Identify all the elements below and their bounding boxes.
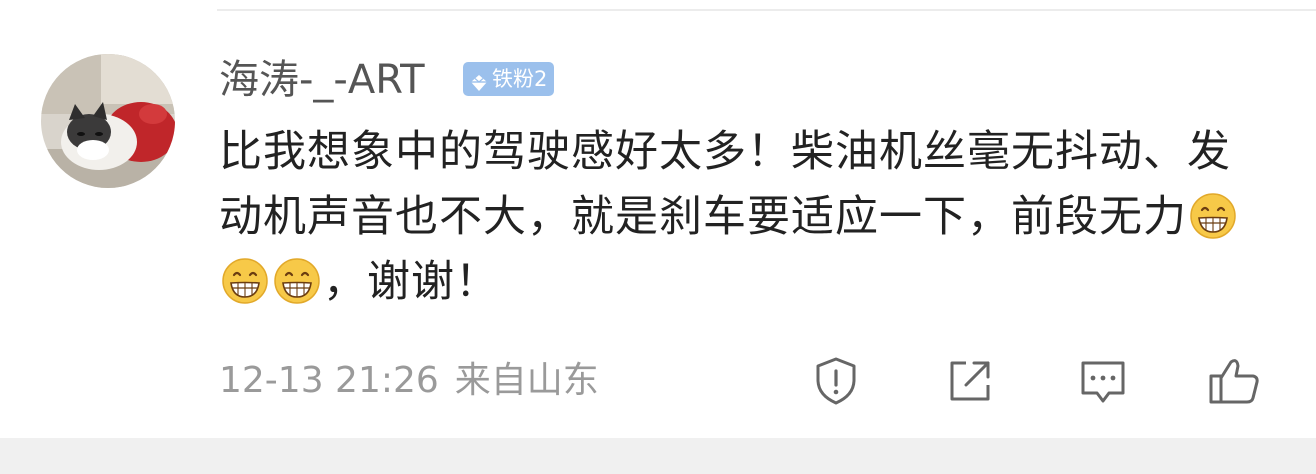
share-icon <box>944 355 996 407</box>
timestamp: 12-13 21:26 <box>219 360 439 401</box>
share-button[interactable] <box>943 354 997 408</box>
comment-text-main: 比我想象中的驾驶感好太多！柴油机丝毫无抖动、发动机声音也不大，就是刹车要适应一下… <box>219 127 1231 242</box>
comment-text: 比我想象中的驾驶感好太多！柴油机丝毫无抖动、发动机声音也不大，就是刹车要适应一下… <box>219 120 1249 315</box>
fan-badge[interactable]: 铁粉2 <box>463 62 555 96</box>
report-button[interactable] <box>809 354 863 408</box>
diamond-icon <box>469 69 489 91</box>
reply-button[interactable] <box>1076 354 1130 408</box>
avatar[interactable] <box>41 54 175 188</box>
thumbs-up-icon <box>1207 354 1261 408</box>
grin-emoji <box>273 257 321 305</box>
bottom-separator <box>0 438 1316 474</box>
like-button[interactable] <box>1207 354 1261 408</box>
comment-text-tail: ，谢谢！ <box>323 257 499 307</box>
top-divider <box>217 9 1316 11</box>
grin-emoji <box>1189 192 1237 240</box>
comment-icon <box>1077 355 1129 407</box>
shield-warning-icon <box>810 355 862 407</box>
location: 来自山东 <box>454 360 599 401</box>
badge-label: 铁粉2 <box>492 67 548 91</box>
username[interactable]: 海涛-_-ART <box>219 56 425 104</box>
grin-emoji <box>221 257 269 305</box>
comment-meta: 12-13 21:26 来自山东 <box>219 358 599 404</box>
